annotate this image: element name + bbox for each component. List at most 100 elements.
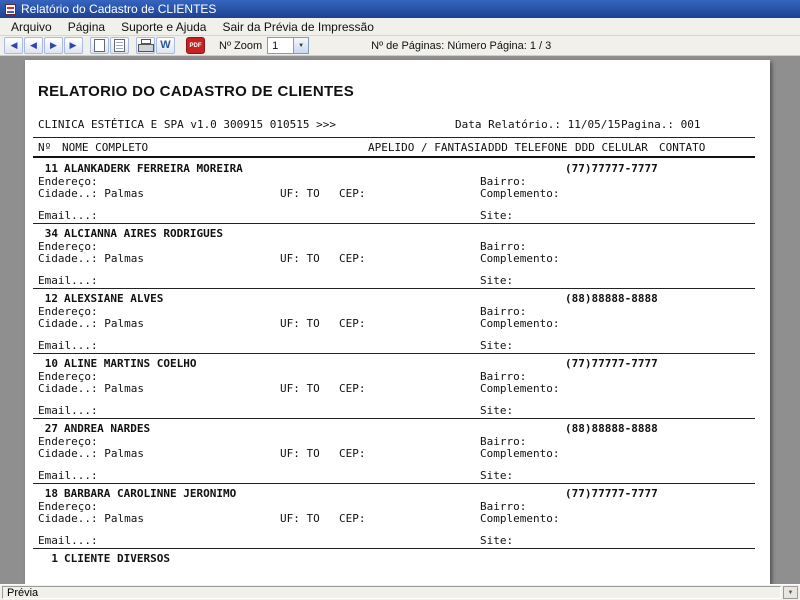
export-word-button[interactable]: W <box>156 37 175 54</box>
titlebar: Relatório do Cadastro de CLIENTES <box>0 0 800 18</box>
statusbar: Prévia ▼ <box>0 584 800 600</box>
cidade-field: Cidade..: Palmas <box>38 512 144 525</box>
client-list: 11 ALANKADERK FERREIRA MOREIRA (77)77777… <box>25 161 770 565</box>
client-name-line: 1 CLIENTE DIVERSOS <box>25 553 770 564</box>
menu-sair-da-previa[interactable]: Sair da Prévia de Impressão <box>214 19 381 35</box>
cep-label: CEP: <box>339 252 366 265</box>
single-page-view-button[interactable] <box>90 37 109 54</box>
cidade-field: Cidade..: Palmas <box>38 317 144 330</box>
client-email-line: Email...: Site: <box>25 340 770 351</box>
report-title: RELATORIO DO CADASTRO DE CLIENTES <box>38 83 355 100</box>
export-pdf-button[interactable]: PDF <box>186 37 205 54</box>
report-pageno: Pagina.: 001 <box>621 118 701 131</box>
report-date: Data Relatório.: 11/05/15 <box>455 118 621 131</box>
uf-field: UF: TO <box>280 382 320 395</box>
record-separator <box>33 288 755 289</box>
col-numero: Nº <box>38 141 52 154</box>
header-rule-top <box>33 137 755 138</box>
client-phone: (88)88888-8888 <box>565 292 658 305</box>
scrollbar-down-button[interactable]: ▼ <box>783 586 798 599</box>
bairro-label: Bairro: <box>480 305 527 318</box>
email-label: Email...: <box>38 469 98 482</box>
single-page-icon <box>94 39 105 52</box>
prev-page-icon: ◀ <box>30 40 37 50</box>
client-name: ALCIANNA AIRES RODRIGUES <box>64 227 223 240</box>
complemento-label: Complemento: <box>480 447 560 460</box>
scroll-down-icon: ▼ <box>787 589 794 596</box>
first-page-icon: ◀ <box>10 40 18 50</box>
client-email-line: Email...: Site: <box>25 470 770 481</box>
client-address-line: Endereço: Bairro: <box>25 241 770 252</box>
client-address-line: Endereço: Bairro: <box>25 306 770 317</box>
site-label: Site: <box>480 404 514 417</box>
prev-page-button[interactable]: ◀ <box>24 37 43 54</box>
zoom-label: Nº Zoom <box>219 39 263 52</box>
endereco-label: Endereço: <box>38 370 98 383</box>
report-content: RELATORIO DO CADASTRO DE CLIENTES CLINIC… <box>25 60 770 565</box>
client-id: 10 <box>44 357 58 370</box>
client-name-line: 10 ALINE MARTINS COELHO (77)77777-7777 <box>25 358 770 369</box>
client-phone: (77)77777-7777 <box>565 487 658 500</box>
uf-value: TO <box>306 382 320 395</box>
record-separator <box>33 483 755 484</box>
menu-suporte-e-ajuda[interactable]: Suporte e Ajuda <box>113 19 214 35</box>
endereco-label: Endereço: <box>38 305 98 318</box>
zoom-select[interactable]: 1 ▼ <box>267 37 310 54</box>
pages-info: Nº de Páginas: Número Página: 1 / 3 <box>371 39 552 52</box>
record-separator <box>33 223 755 224</box>
page-width-view-button[interactable] <box>110 37 129 54</box>
client-name: ALINE MARTINS COELHO <box>64 357 197 370</box>
site-label: Site: <box>480 469 514 482</box>
cidade-value: Palmas <box>104 382 144 395</box>
client-record: 11 ALANKADERK FERREIRA MOREIRA (77)77777… <box>25 161 770 226</box>
bairro-label: Bairro: <box>480 500 527 513</box>
client-record: 1 CLIENTE DIVERSOS Endereço: Bairro: Cid… <box>25 551 770 565</box>
client-name: ALEXSIANE ALVES <box>64 292 164 305</box>
menu-arquivo[interactable]: Arquivo <box>3 19 60 35</box>
endereco-label: Endereço: <box>38 175 98 188</box>
client-address-line: Endereço: Bairro: <box>25 371 770 382</box>
client-city-line: Cidade..: Palmas UF: TO CEP: Complemento… <box>25 448 770 459</box>
menu-pagina[interactable]: Página <box>60 19 113 35</box>
client-phone: (77)77777-7777 <box>565 162 658 175</box>
bairro-label: Bairro: <box>480 435 527 448</box>
cep-label: CEP: <box>339 512 366 525</box>
cep-label: CEP: <box>339 187 366 200</box>
client-city-line: Cidade..: Palmas UF: TO CEP: Complemento… <box>25 253 770 264</box>
email-label: Email...: <box>38 209 98 222</box>
cidade-field: Cidade..: Palmas <box>38 252 144 265</box>
next-page-icon: ▶ <box>50 40 57 50</box>
record-separator <box>33 548 755 549</box>
client-id: 12 <box>44 292 58 305</box>
client-record: 27 ANDREA NARDES (88)88888-8888 Endereço… <box>25 421 770 486</box>
status-text: Prévia <box>7 586 39 599</box>
col-apelido-fantasia: APELIDO / FANTASIA <box>368 141 488 154</box>
endereco-label: Endereço: <box>38 435 98 448</box>
next-page-button[interactable]: ▶ <box>44 37 63 54</box>
site-label: Site: <box>480 339 514 352</box>
client-name-line: 11 ALANKADERK FERREIRA MOREIRA (77)77777… <box>25 163 770 174</box>
header-rule-bottom <box>33 156 755 158</box>
endereco-label: Endereço: <box>38 240 98 253</box>
cidade-field: Cidade..: Palmas <box>38 382 144 395</box>
last-page-button[interactable]: ▶ <box>64 37 83 54</box>
client-email-line: Email...: Site: <box>25 535 770 546</box>
uf-field: UF: TO <box>280 317 320 330</box>
client-name-line: 18 BARBARA CAROLINNE JERONIMO (77)77777-… <box>25 488 770 499</box>
zoom-dropdown-button[interactable]: ▼ <box>293 38 309 53</box>
app-icon <box>5 3 16 15</box>
client-name: ANDREA NARDES <box>64 422 151 435</box>
client-address-line: Endereço: Bairro: <box>25 501 770 512</box>
chevron-down-icon: ▼ <box>298 42 305 49</box>
word-icon: W <box>160 39 171 51</box>
cep-label: CEP: <box>339 447 366 460</box>
preview-area: RELATORIO DO CADASTRO DE CLIENTES CLINIC… <box>0 56 800 584</box>
first-page-button[interactable]: ◀ <box>4 37 23 54</box>
client-id: 27 <box>44 422 58 435</box>
site-label: Site: <box>480 534 514 547</box>
uf-value: TO <box>306 512 320 525</box>
complemento-label: Complemento: <box>480 382 560 395</box>
print-button[interactable] <box>136 37 155 54</box>
window-title: Relatório do Cadastro de CLIENTES <box>21 2 217 16</box>
toolbar: ◀ ◀ ▶ ▶ W PDF Nº Zoom 1 ▼ Nº de Páginas:… <box>0 36 800 56</box>
